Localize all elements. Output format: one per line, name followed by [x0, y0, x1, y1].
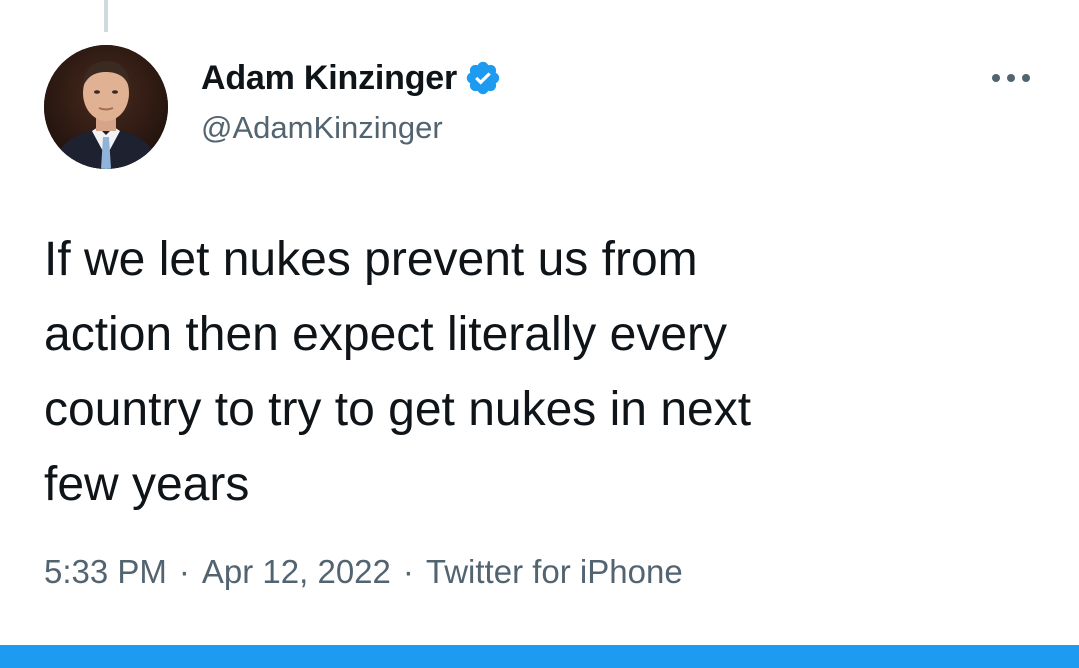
avatar-photo-icon: [44, 45, 168, 169]
thread-connector-line: [104, 0, 108, 32]
more-options-icon: [992, 74, 1030, 82]
more-options-button[interactable]: [988, 60, 1034, 96]
author-handle[interactable]: @AdamKinzinger: [201, 110, 443, 146]
author-name-row: Adam Kinzinger: [201, 55, 502, 101]
meta-separator: ·: [178, 553, 190, 590]
tweet-source[interactable]: Twitter for iPhone: [426, 553, 683, 591]
tweet-text: If we let nukes prevent us from action t…: [44, 233, 752, 511]
author-display-name[interactable]: Adam Kinzinger: [201, 59, 457, 98]
tweet-date[interactable]: Apr 12, 2022: [202, 553, 391, 591]
accent-bar: [0, 645, 1079, 668]
meta-separator: ·: [402, 553, 414, 590]
verified-badge-icon[interactable]: [464, 59, 502, 97]
avatar[interactable]: [44, 45, 168, 169]
tweet-page: Adam Kinzinger @AdamKinzinger If we let …: [0, 0, 1079, 668]
tweet-time[interactable]: 5:33 PM: [44, 553, 167, 591]
tweet-metadata: 5:33 PM · Apr 12, 2022 · Twitter for iPh…: [44, 553, 683, 591]
